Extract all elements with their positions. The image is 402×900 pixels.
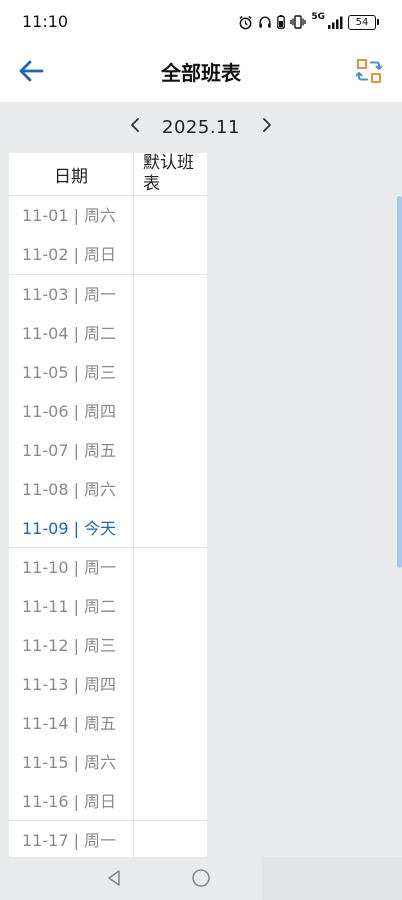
vibrate-icon xyxy=(290,15,306,29)
date-row[interactable]: 11-08 | 周六 xyxy=(9,470,133,509)
week-group: 11-17 | 周一 xyxy=(9,821,207,857)
date-row[interactable]: 11-06 | 周四 xyxy=(9,392,133,431)
battery-level: 54 xyxy=(355,16,369,28)
date-row[interactable]: 11-07 | 周五 xyxy=(9,431,133,470)
week-group: 11-10 | 周一 11-11 | 周二 11-12 | 周三 11-13 |… xyxy=(9,548,207,821)
switch-schedule-icon xyxy=(355,58,383,88)
date-row[interactable]: 11-12 | 周三 xyxy=(9,626,133,665)
date-row[interactable]: 11-11 | 周二 xyxy=(9,587,133,626)
network-type: 5G xyxy=(311,12,325,22)
shift-cell[interactable] xyxy=(134,821,207,857)
switch-schedule-button[interactable] xyxy=(352,56,386,90)
headphone-battery-icon xyxy=(277,15,286,29)
date-row[interactable]: 11-14 | 周五 xyxy=(9,704,133,743)
nav-home-icon[interactable] xyxy=(191,868,211,892)
shift-cell[interactable] xyxy=(134,548,207,820)
date-row[interactable]: 11-17 | 周一 xyxy=(9,821,133,857)
alarm-icon xyxy=(238,15,253,30)
shift-cell[interactable] xyxy=(134,275,207,547)
week-group: 11-03 | 周一 11-04 | 周二 11-05 | 周三 11-06 |… xyxy=(9,275,207,548)
date-row[interactable]: 11-03 | 周一 xyxy=(9,275,133,314)
month-label: 2025.11 xyxy=(162,116,240,138)
week-group: 11-01 | 周六 11-02 | 周日 xyxy=(9,196,207,275)
battery-icon: 54 xyxy=(348,14,379,30)
status-bar: 11:10 5G 54 xyxy=(0,0,402,46)
date-column: 11-17 | 周一 xyxy=(9,821,134,857)
date-column-header: 日期 xyxy=(9,153,134,195)
table-header: 日期 默认班表 xyxy=(9,153,207,196)
headphones-icon xyxy=(258,15,272,29)
month-navigator: 2025.11 xyxy=(0,102,402,152)
status-icons: 5G 54 xyxy=(238,12,379,32)
system-nav-bar xyxy=(0,857,402,900)
signal-icon xyxy=(327,16,343,29)
nav-back-icon[interactable] xyxy=(104,868,124,892)
schedule-table: 日期 默认班表 11-01 | 周六 11-02 | 周日 11-03 | 周一… xyxy=(9,153,207,857)
date-column: 11-03 | 周一 11-04 | 周二 11-05 | 周三 11-06 |… xyxy=(9,275,134,547)
date-row[interactable]: 11-04 | 周二 xyxy=(9,314,133,353)
nav-bar-shade xyxy=(262,857,402,900)
header-bar: 全部班表 xyxy=(0,46,402,102)
shift-column-header[interactable]: 默认班表 xyxy=(134,153,207,195)
date-column: 11-10 | 周一 11-11 | 周二 11-12 | 周三 11-13 |… xyxy=(9,548,134,820)
date-row[interactable]: 11-16 | 周日 xyxy=(9,782,133,821)
date-row[interactable]: 11-02 | 周日 xyxy=(9,235,133,274)
date-row[interactable]: 11-13 | 周四 xyxy=(9,665,133,704)
date-column: 11-01 | 周六 11-02 | 周日 xyxy=(9,196,134,274)
shift-cell[interactable] xyxy=(134,196,207,274)
date-row[interactable]: 11-15 | 周六 xyxy=(9,743,133,782)
chevron-right-icon xyxy=(261,117,273,137)
date-row[interactable]: 11-10 | 周一 xyxy=(9,548,133,587)
prev-month-button[interactable] xyxy=(120,112,150,142)
page-title: 全部班表 xyxy=(161,61,241,85)
chevron-left-icon xyxy=(129,117,141,137)
date-row[interactable]: 11-01 | 周六 xyxy=(9,196,133,235)
today-date-row[interactable]: 11-09 | 今天 xyxy=(9,509,133,548)
next-month-button[interactable] xyxy=(252,112,282,142)
scroll-indicator[interactable] xyxy=(397,196,402,568)
status-time: 11:10 xyxy=(22,12,69,31)
date-row[interactable]: 11-05 | 周三 xyxy=(9,353,133,392)
